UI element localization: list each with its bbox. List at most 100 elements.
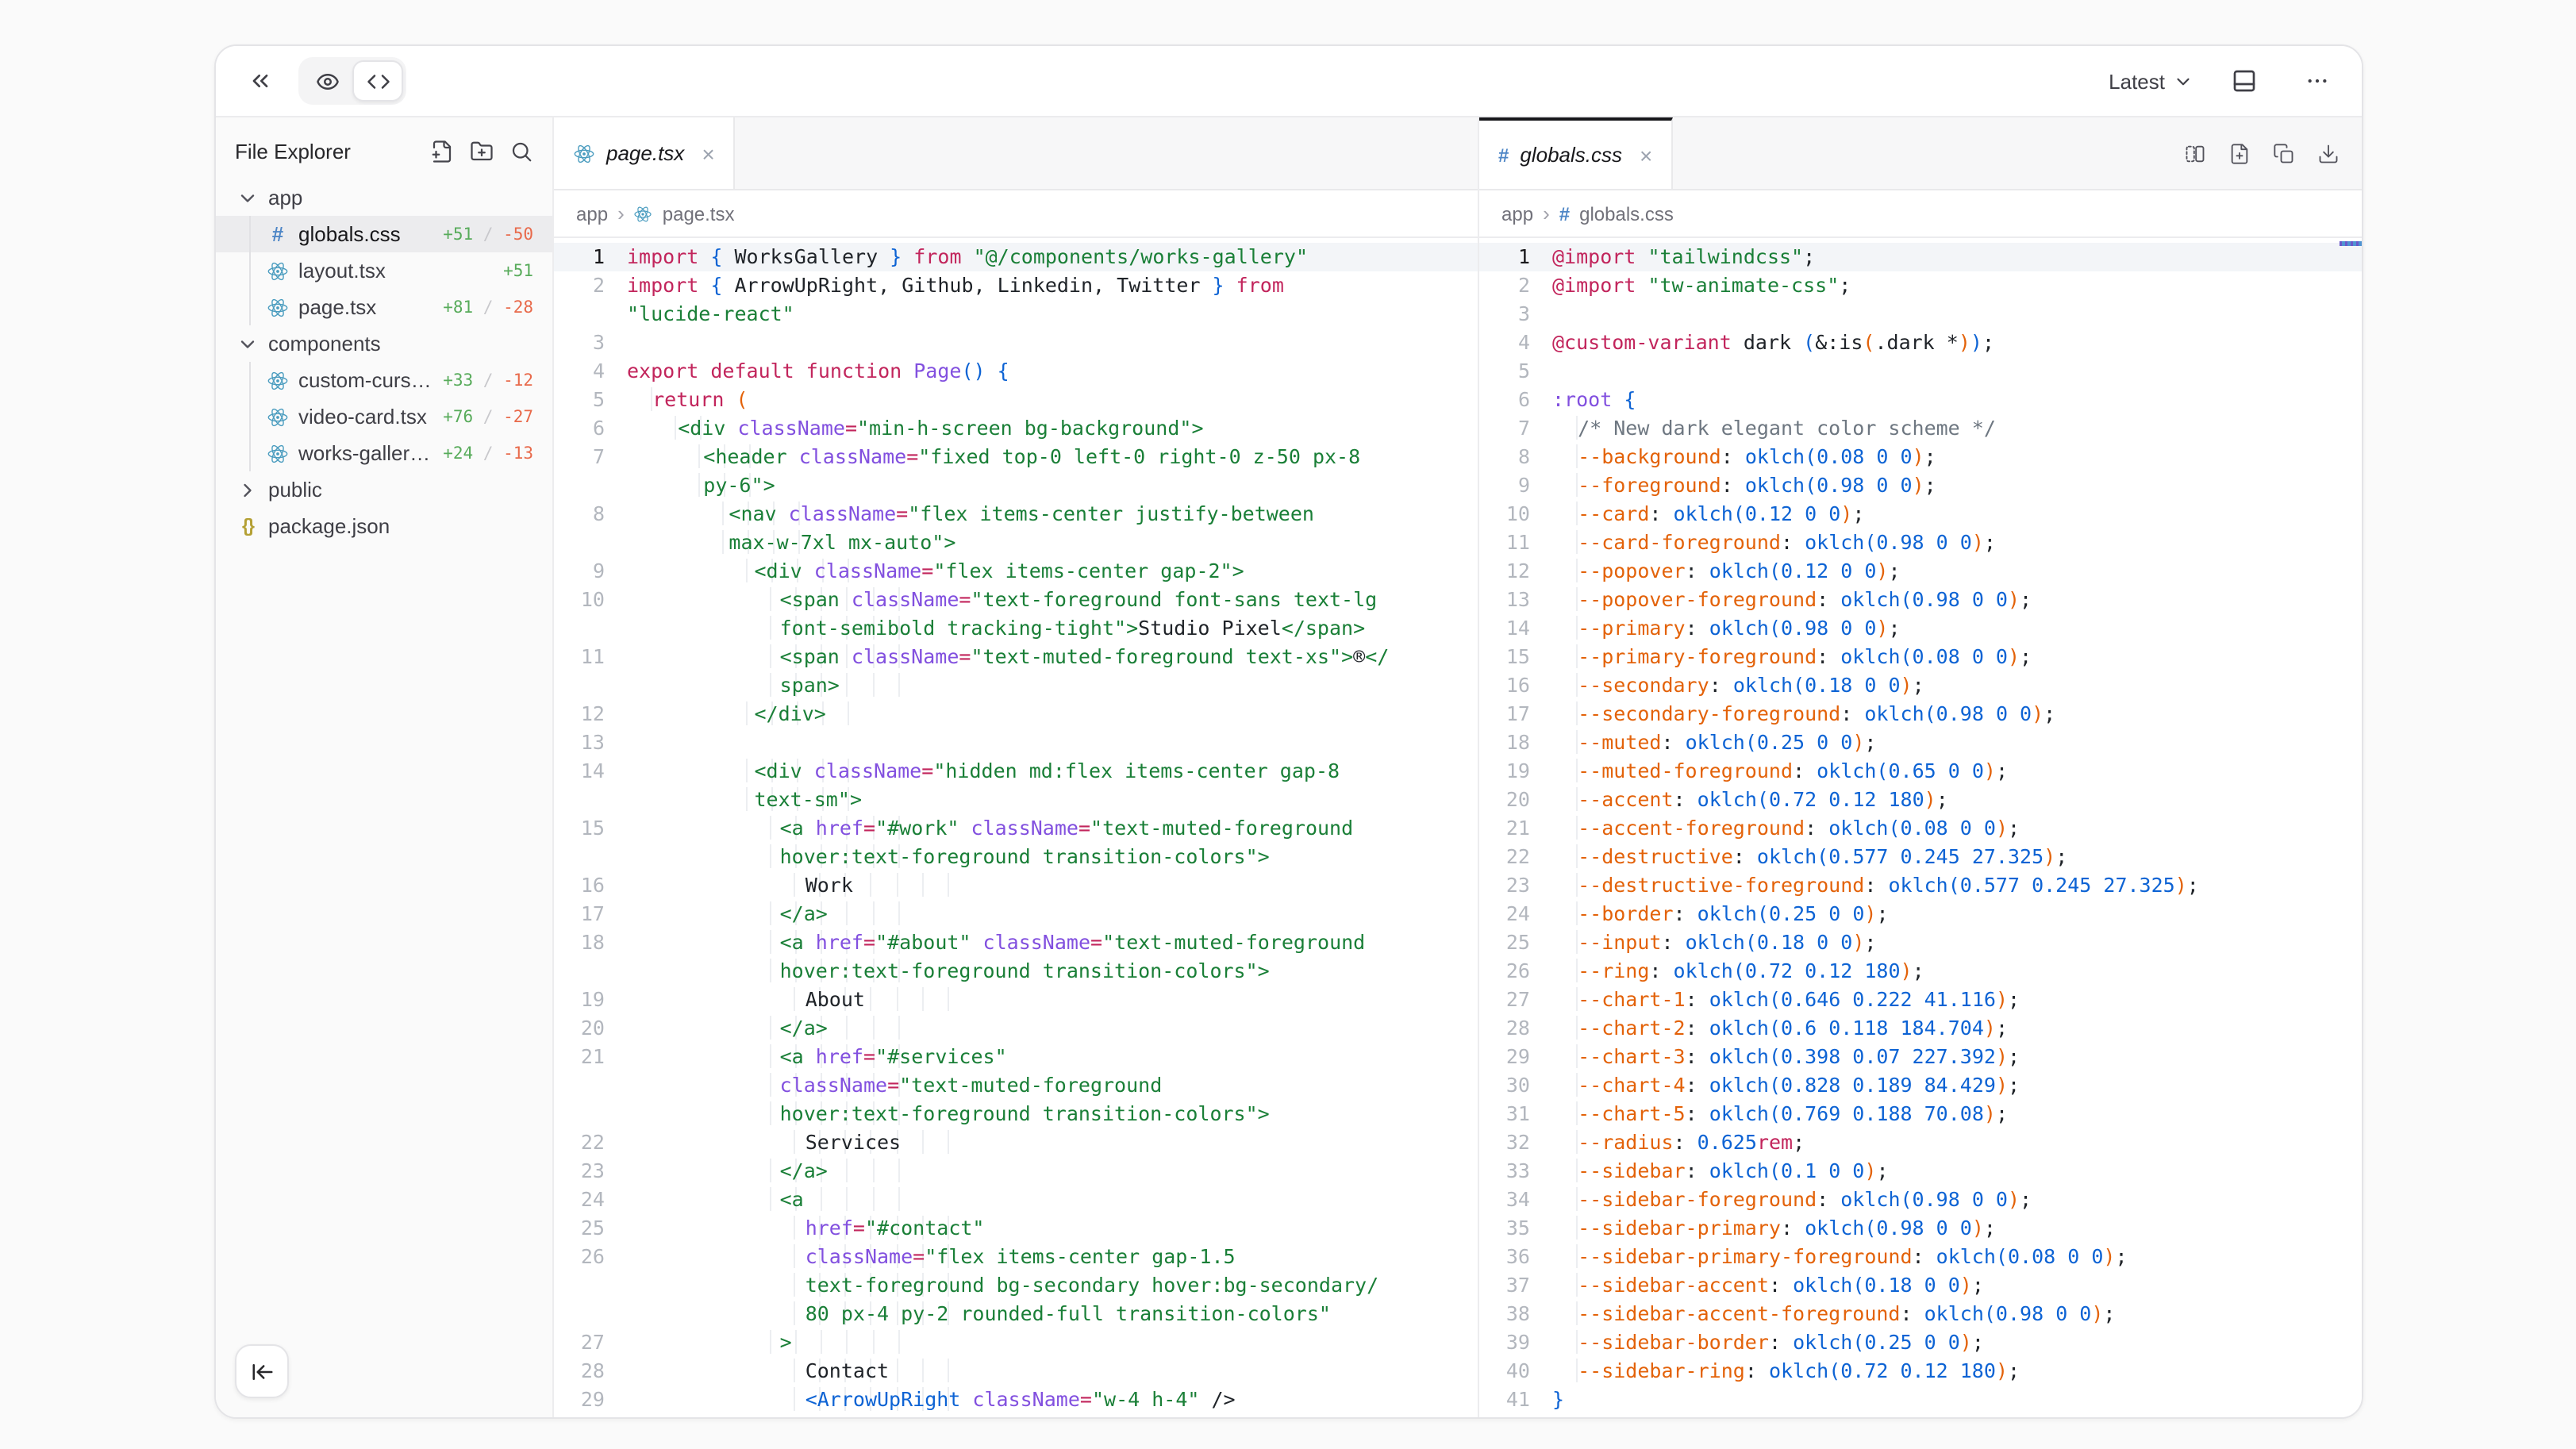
code-line-wrap: hover:text-foreground transition-colors"… [554,1100,1478,1128]
code-line-34: 34--sidebar-foreground: oklch(0.98 0 0); [1479,1186,2362,1214]
line-number: 19 [554,986,627,1014]
code-line-3: 3 [1479,300,2362,329]
code-line-6: 6<div className="min-h-screen bg-backgro… [554,414,1478,443]
code-line-39: 39--sidebar-border: oklch(0.25 0 0); [1479,1328,2362,1357]
code-line-10: 10--card: oklch(0.12 0 0); [1479,500,2362,528]
panel-bottom-icon[interactable] [2222,59,2266,103]
react-file-icon [267,369,289,391]
tab-strip: #globals.css× [1479,117,2362,190]
code-line-18: 18--muted: oklch(0.25 0 0); [1479,728,2362,757]
tree-file-page.tsx[interactable]: page.tsx+81 / -28 [216,289,552,325]
code-line-14: 14--primary: oklch(0.98 0 0); [1479,614,2362,643]
version-dropdown[interactable]: Latest [2109,69,2193,93]
file-label: layout.tsx [298,259,386,282]
indent-guide [722,530,724,554]
close-icon[interactable]: × [702,140,714,166]
code-line-25: 25href="#contact" [554,1214,1478,1243]
file-plus-icon[interactable] [430,140,454,163]
line-number: 28 [1479,1014,1552,1043]
tree-folder-components[interactable]: components [216,325,552,362]
copy-icon[interactable] [2273,142,2295,164]
indent-guide [698,444,700,468]
indent-guide [847,901,848,925]
code-line-2: 2@import "tw-animate-css"; [1479,271,2362,300]
code-line-9: 9--foreground: oklch(0.98 0 0); [1479,471,2362,500]
tab-page.tsx[interactable]: page.tsx× [554,117,736,189]
line-number: 17 [554,900,627,928]
line-number: 5 [554,386,627,414]
code-view-icon[interactable] [352,60,403,102]
indent-guide [747,787,748,811]
line-number: 26 [1479,957,1552,986]
tree-folder-public[interactable]: public [216,471,552,508]
indent-guide [249,289,251,325]
code-line-16: 16Work [554,871,1478,900]
tree-file-layout.tsx[interactable]: layout.tsx+51 [216,252,552,289]
search-icon[interactable] [509,140,533,163]
file-label: public [268,478,322,502]
chevrons-left-icon[interactable] [238,59,283,103]
line-number: 12 [554,700,627,728]
line-number: 11 [1479,528,1552,557]
tab-globals.css[interactable]: #globals.css× [1479,117,1673,189]
line-number [554,1271,627,1300]
code-line-wrap: max-w-7xl mx-auto"> [554,528,1478,557]
code-line-24: 24<a [554,1186,1478,1214]
diff-stats: +81 / -28 [443,298,552,317]
arrow-left-to-line-icon[interactable] [235,1344,289,1398]
breadcrumb-root: app [1501,202,1533,225]
tree-folder-app[interactable]: app [216,179,552,216]
react-file-icon [267,259,289,282]
indent-guide [872,1330,874,1354]
diff-stats: +51 / -50 [443,225,552,244]
line-number: 10 [1479,500,1552,528]
indent-guide [848,701,850,725]
indent-guide [771,644,772,668]
close-icon[interactable]: × [1640,142,1652,167]
line-number [554,528,627,557]
indent-guide [872,1187,874,1211]
scroll-diff-indicator [2340,241,2362,246]
breadcrumb[interactable]: app›page.tsx [554,190,1478,238]
code-area[interactable]: 1import { WorksGallery } from "@/compone… [554,238,1478,1417]
tree-file-works-galler[interactable]: works-galler…+24 / -13 [216,435,552,471]
preview-eye-icon[interactable] [302,60,352,102]
code-line-29: 29<ArrowUpRight className="w-4 h-4" /> [554,1386,1478,1414]
code-line-23: 23</a> [554,1157,1478,1186]
tree-file-video-card.tsx[interactable]: video-card.tsx+76 / -27 [216,398,552,435]
chevron-right-icon [236,479,259,501]
split-panel-icon[interactable] [2184,142,2206,164]
line-number: 32 [1479,1128,1552,1157]
breadcrumb-file: page.tsx [663,202,735,225]
ellipsis-icon[interactable] [2295,59,2340,103]
code-line-5: 5return ( [554,386,1478,414]
indent-guide [249,216,251,252]
download-icon[interactable] [2317,142,2340,164]
indent-guide [675,416,676,440]
indent-guide [794,1273,796,1297]
code-line-wrap: py-6"> [554,471,1478,500]
tree-file-custom-curs[interactable]: custom-curs…+33 / -12 [216,362,552,398]
tree-file-package.json[interactable]: {}package.json [216,508,552,544]
breadcrumb[interactable]: app›#globals.css [1479,190,2362,238]
indent-guide [947,1130,948,1154]
indent-guide [898,1159,899,1182]
screen: Latest File Explorer [0,0,2576,1449]
chevron-down-icon [2173,71,2193,91]
code-area[interactable]: 1@import "tailwindcss";2@import "tw-anim… [1479,238,2362,1417]
indent-guide [898,901,899,925]
file-plus-icon[interactable] [2228,142,2251,164]
code-line-32: 32--radius: 0.625rem; [1479,1128,2362,1157]
code-line-33: 33--sidebar: oklch(0.1 0 0); [1479,1157,2362,1186]
file-tree: app#globals.css+51 / -50layout.tsx+51pag… [216,179,552,544]
app-window: Latest File Explorer [214,44,2363,1419]
folder-plus-icon[interactable] [470,140,494,163]
line-number: 27 [554,1328,627,1357]
code-line-22: 22Services [554,1128,1478,1157]
code-line-wrap: 80 px-4 py-2 rounded-full transition-col… [554,1300,1478,1328]
tree-file-globals.css[interactable]: #globals.css+51 / -50 [216,216,552,252]
indent-guide [847,1187,848,1211]
code-line-wrap: className="text-muted-foreground [554,1071,1478,1100]
line-number [554,786,627,814]
top-toolbar: Latest [216,46,2362,117]
